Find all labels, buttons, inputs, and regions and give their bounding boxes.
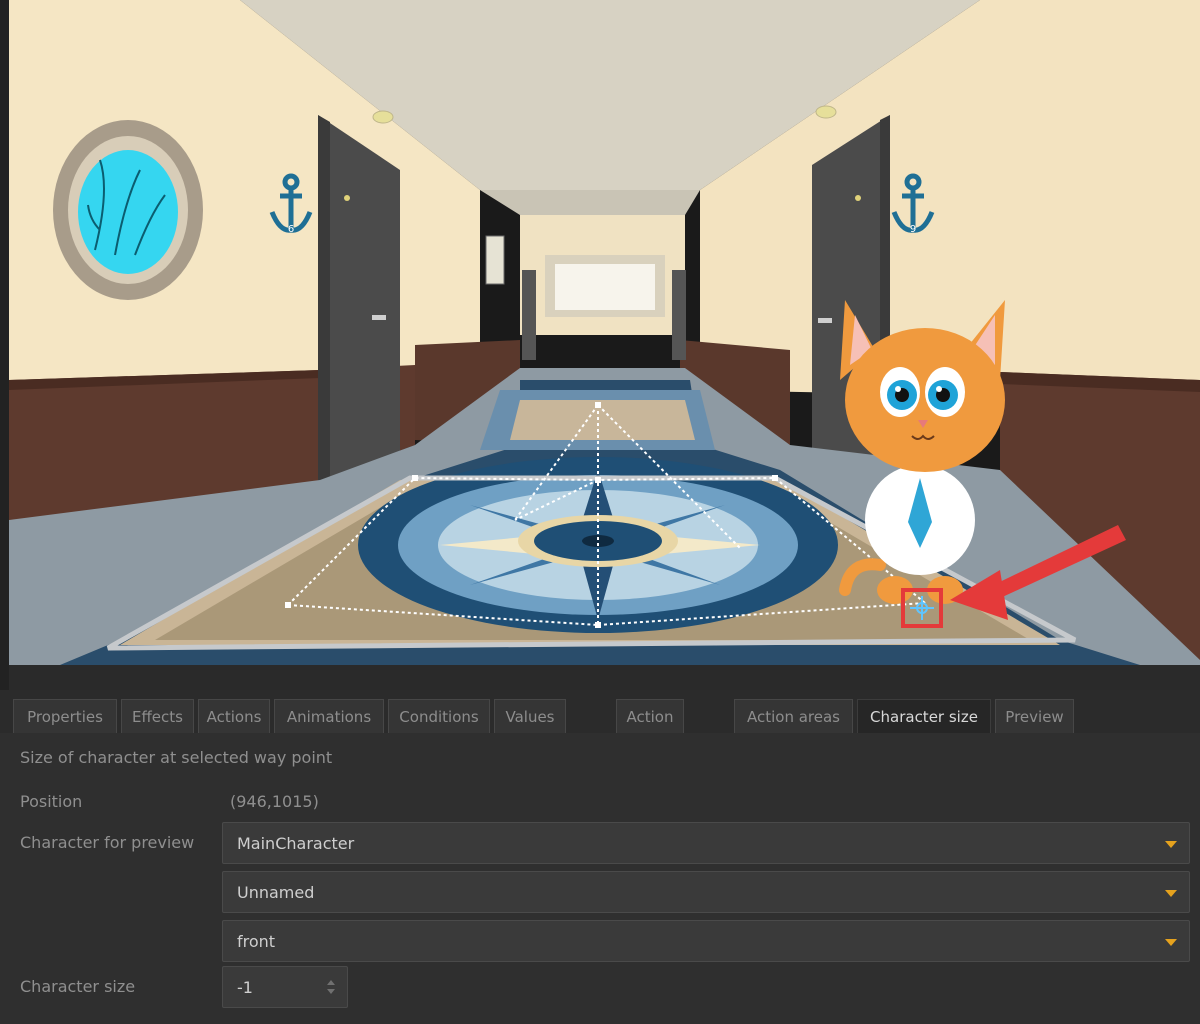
outfit-select-value: Unnamed bbox=[237, 882, 315, 902]
tab-action[interactable]: Action bbox=[616, 699, 684, 733]
character-preview-label: Character for preview bbox=[20, 833, 195, 852]
svg-text:6: 6 bbox=[288, 224, 294, 235]
editor-panel: Properties Effects Actions Animations Co… bbox=[0, 690, 1200, 1024]
section-caption: Size of character at selected way point bbox=[20, 748, 333, 767]
tab-character-size[interactable]: Character size bbox=[857, 699, 991, 733]
chevron-down-icon bbox=[1165, 841, 1177, 848]
tab-properties[interactable]: Properties bbox=[13, 699, 117, 733]
tab-actions[interactable]: Actions bbox=[198, 699, 270, 733]
direction-select-value: front bbox=[237, 931, 276, 951]
position-label: Position bbox=[20, 792, 83, 811]
tab-action-areas[interactable]: Action areas bbox=[734, 699, 853, 733]
tab-animations[interactable]: Animations bbox=[274, 699, 384, 733]
character-select-value: MainCharacter bbox=[237, 833, 355, 853]
character-select[interactable]: MainCharacter bbox=[222, 822, 1190, 864]
character-size-label: Character size bbox=[20, 977, 136, 996]
tab-effects[interactable]: Effects bbox=[121, 699, 194, 733]
scene-viewport[interactable]: 6 9 bbox=[0, 0, 1200, 690]
spin-up-icon[interactable] bbox=[327, 980, 335, 985]
tab-preview[interactable]: Preview bbox=[995, 699, 1074, 733]
character-size-stepper[interactable]: -1 bbox=[222, 966, 348, 1008]
chevron-down-icon bbox=[1165, 890, 1177, 897]
corridor-scene: 6 9 bbox=[9, 0, 1200, 690]
chevron-down-icon bbox=[1165, 939, 1177, 946]
tab-conditions[interactable]: Conditions bbox=[388, 699, 490, 733]
direction-select[interactable]: front bbox=[222, 920, 1190, 962]
svg-text:9: 9 bbox=[910, 224, 916, 235]
spin-down-icon[interactable] bbox=[327, 989, 335, 994]
tab-values[interactable]: Values bbox=[494, 699, 566, 733]
viewport-border bbox=[0, 0, 9, 690]
outfit-select[interactable]: Unnamed bbox=[222, 871, 1190, 913]
tab-bar: Properties Effects Actions Animations Co… bbox=[0, 690, 1200, 733]
position-value: (946,1015) bbox=[230, 792, 319, 811]
character-size-value: -1 bbox=[237, 977, 253, 997]
